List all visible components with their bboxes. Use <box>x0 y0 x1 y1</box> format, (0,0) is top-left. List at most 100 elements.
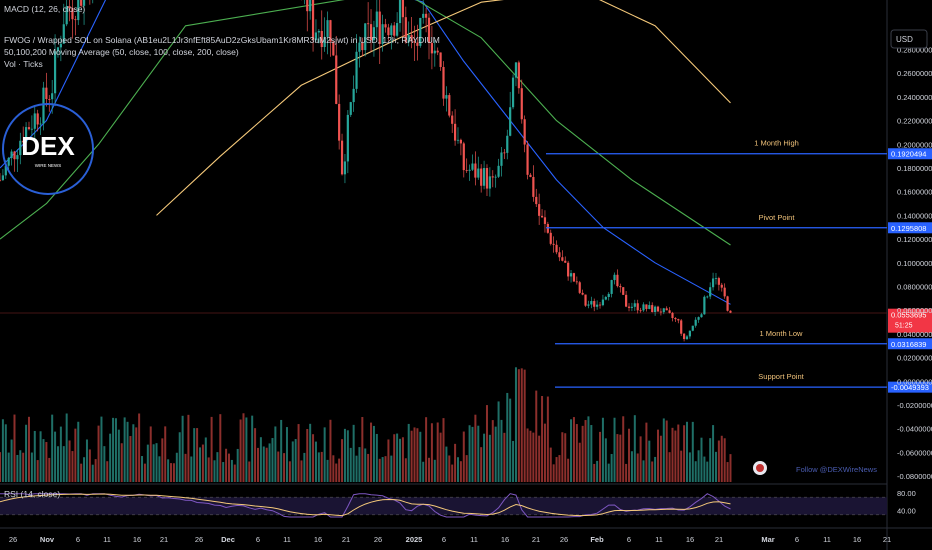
volume-bar <box>283 453 286 482</box>
volume-indicator-label[interactable]: Vol · Ticks <box>4 59 43 69</box>
volume-bar <box>372 425 375 482</box>
ma-indicator-label[interactable]: 50,100,200 Moving Average (50, close, 10… <box>4 47 239 57</box>
volume-bar <box>575 424 578 482</box>
volume-bar <box>22 452 25 482</box>
volume-bar <box>657 429 660 482</box>
volume-bar <box>651 461 654 482</box>
candle-body <box>706 296 709 298</box>
time-tick-label: Feb <box>590 535 604 544</box>
volume-bar <box>265 447 268 482</box>
candle-body <box>575 281 578 283</box>
volume-bar <box>506 392 509 482</box>
volume-bar <box>561 432 564 482</box>
volume-bar <box>175 452 178 482</box>
candle-body <box>387 27 390 36</box>
volume-bar <box>271 438 274 482</box>
volume-bar <box>654 456 657 482</box>
volume-bar <box>259 437 262 482</box>
volume-bar <box>274 426 277 482</box>
time-tick-label: 6 <box>442 535 446 544</box>
candle-body <box>662 308 665 313</box>
candle-body <box>514 62 518 78</box>
volume-bar <box>207 457 210 482</box>
time-tick-label: 26 <box>560 535 568 544</box>
volume-bar <box>514 367 517 482</box>
level-price-label: 0.0316839 <box>891 340 926 349</box>
candle-body <box>685 336 689 340</box>
volume-bar <box>233 464 236 482</box>
candle-body <box>671 312 674 319</box>
volume-bar <box>483 433 486 482</box>
candle-body <box>436 50 439 53</box>
volume-bar <box>706 461 709 482</box>
time-tick-label: 16 <box>133 535 141 544</box>
candle-body <box>520 88 523 120</box>
volume-bar <box>628 428 631 482</box>
volume-bar <box>161 438 164 482</box>
candle-body <box>456 139 460 141</box>
time-tick-label: 16 <box>853 535 861 544</box>
time-tick-label: 26 <box>195 535 203 544</box>
price-tick-label: 0.0800000 <box>897 283 932 292</box>
volume-bar <box>141 456 144 482</box>
volume-bar <box>578 442 581 482</box>
candle-body <box>465 170 468 171</box>
volume-bar <box>97 425 100 482</box>
volume-bar <box>456 457 459 482</box>
volume-bar <box>714 451 717 482</box>
volume-bar <box>170 463 173 482</box>
volume-bar <box>285 427 288 482</box>
candle-body <box>442 66 445 99</box>
currency-button-label: USD <box>896 35 913 44</box>
volume-bar <box>717 440 720 482</box>
price-tick-label: -0.0800000 <box>897 472 932 481</box>
dex-wire-news-logo: DEX WIRE NEWS <box>0 95 96 205</box>
volume-bar <box>607 463 610 482</box>
candle-body <box>665 308 668 311</box>
candle-body <box>639 310 642 312</box>
volume-bar <box>74 428 77 482</box>
volume-bar <box>36 460 39 482</box>
candle-body <box>439 52 442 67</box>
volume-bar <box>700 437 703 482</box>
candle-body <box>633 303 636 307</box>
candle-body <box>459 139 462 144</box>
volume-bar <box>77 421 80 482</box>
volume-bar <box>370 422 373 482</box>
volume-bar <box>332 455 335 482</box>
volume-bar <box>543 423 546 482</box>
volume-bar <box>346 430 349 482</box>
volume-bar <box>709 438 712 482</box>
candle-body <box>422 13 425 18</box>
chart[interactable]: 1 Month High 0.1920494 Pivot Point 0.129580… <box>0 0 932 550</box>
price-tick-label: 0.2000000 <box>897 140 932 149</box>
price-tick-label: 0.2200000 <box>897 117 932 126</box>
candle-body <box>625 294 628 307</box>
volume-bar <box>428 457 431 482</box>
volume-bar <box>674 430 677 482</box>
candle-body <box>375 11 378 28</box>
volume-bar <box>83 457 86 482</box>
volume-bar <box>723 438 726 482</box>
volume-bar <box>1 419 4 482</box>
rsi-indicator-label[interactable]: RSI (14, close) <box>4 489 60 499</box>
volume-bar <box>509 398 512 482</box>
volume-bar <box>88 449 91 482</box>
candle-body <box>433 50 436 54</box>
volume-bar <box>683 425 686 482</box>
candle-body <box>511 77 515 108</box>
volume-bar <box>242 413 245 482</box>
candle-body <box>338 103 341 141</box>
volume-bar <box>688 452 691 482</box>
volume-bar <box>94 459 97 482</box>
price-tick-label: 0.1600000 <box>897 188 932 197</box>
volume-bar <box>538 435 541 482</box>
rsi-tick-label: 40.00 <box>897 506 916 515</box>
candle-body <box>506 135 509 153</box>
macd-indicator-label[interactable]: MACD (12, 26, close) <box>4 4 85 14</box>
volume-bar <box>172 463 175 482</box>
volume-bar <box>442 418 445 482</box>
volume-bar <box>0 452 1 482</box>
volume-bar <box>149 426 152 482</box>
candle-body <box>645 304 648 309</box>
